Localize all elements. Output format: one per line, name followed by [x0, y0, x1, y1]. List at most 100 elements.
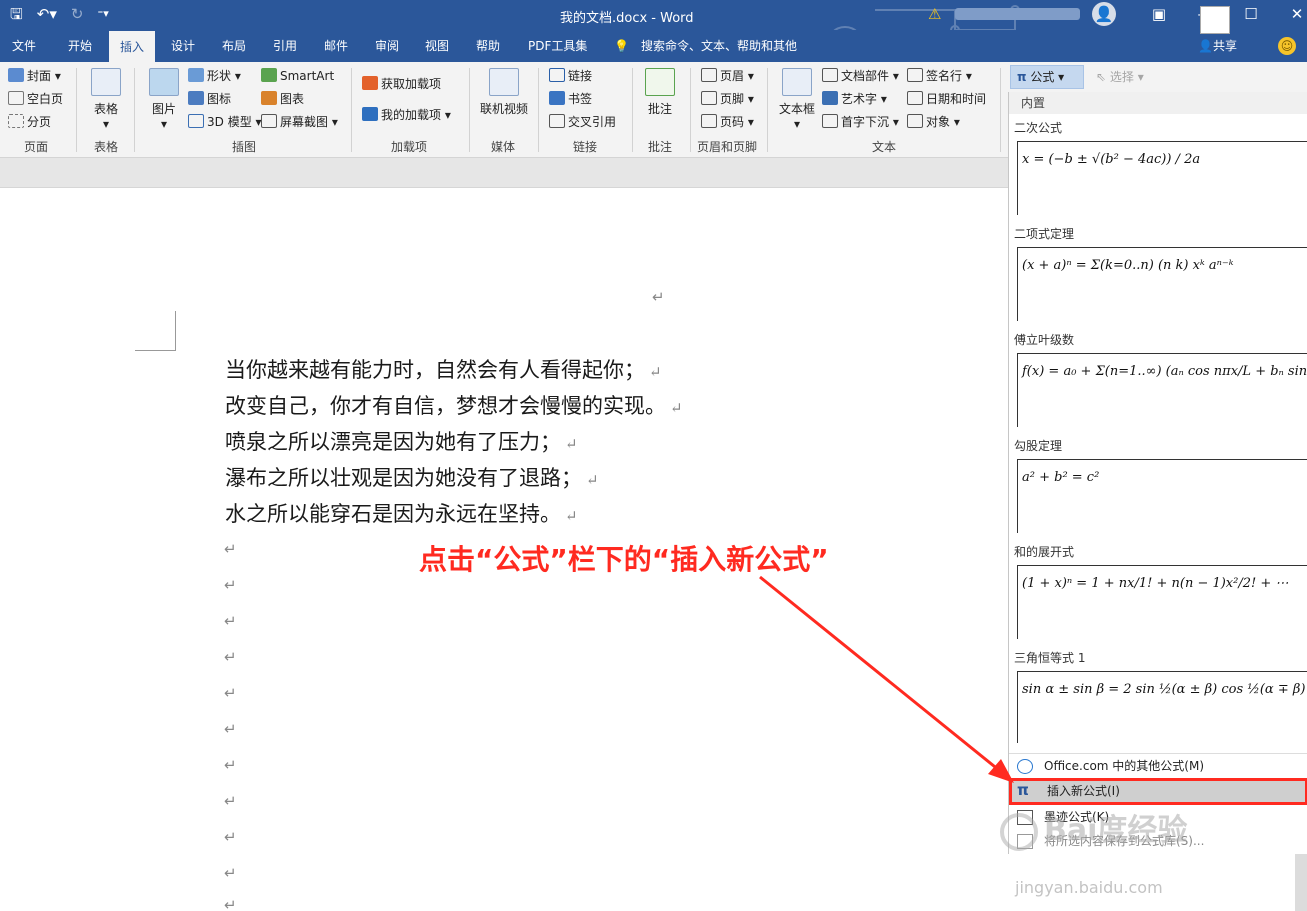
paragraph[interactable]: 喷泉之所以漂亮是因为她有了压力； ↵ [225, 429, 578, 457]
tell-me-search[interactable]: 搜索命令、文本、帮助和其他 [641, 30, 797, 62]
tab-review[interactable]: 审阅 [375, 30, 399, 62]
divider [538, 68, 539, 152]
page-number-icon [701, 114, 717, 128]
textbox-button[interactable]: 文本框 ▾ [775, 68, 819, 131]
tab-home[interactable]: 开始 [68, 30, 92, 62]
more-equations-office-item[interactable]: Office.com 中的其他公式(M) [1009, 753, 1307, 778]
divider [469, 68, 470, 152]
group-header-footer: 页眉和页脚 [697, 140, 758, 154]
group-addins: 加载项 [391, 140, 428, 154]
equation-item-fourier[interactable]: f(x) = a₀ + Σ(n=1..∞) (aₙ cos nπx/L + bₙ… [1017, 353, 1307, 427]
group-tables: 表格 [94, 140, 119, 154]
page-break-button[interactable]: 分页 [8, 114, 51, 130]
paragraph[interactable]: 水之所以能穿石是因为永远在坚持。 ↵ [225, 501, 578, 529]
equation-item-trig-identity[interactable]: sin α ± sin β = 2 sin ½(α ± β) cos ½(α ∓… [1017, 671, 1307, 743]
signature-line-button[interactable]: 签名行 ▾ [907, 68, 972, 84]
footer-icon [701, 91, 717, 105]
window-title: 我的文档.docx - Word [560, 11, 694, 26]
divider [76, 68, 77, 152]
group-comments: 批注 [648, 140, 673, 154]
page-break-icon [8, 114, 24, 128]
document-icon[interactable] [1200, 6, 1230, 34]
maximize-icon[interactable]: ☐ [1228, 3, 1274, 27]
empty-paragraph-mark: ↵ [224, 612, 237, 630]
vertical-scrollbar[interactable] [1295, 854, 1307, 911]
undo-icon[interactable]: ↶▾ [37, 5, 57, 23]
drop-cap-icon [822, 114, 838, 128]
quick-parts-button[interactable]: 文档部件 ▾ [822, 68, 899, 84]
equation-button[interactable]: π 公式 ▾ [1010, 65, 1084, 89]
tab-design[interactable]: 设计 [171, 30, 195, 62]
equation-label: 傅立叶级数 [1014, 333, 1075, 347]
comment-button[interactable]: 批注 [640, 68, 680, 117]
paragraph[interactable]: 改变自己，你才有自信，梦想才会慢慢的实现。 ↵ [225, 393, 683, 421]
date-time-button[interactable]: 日期和时间 [907, 91, 986, 107]
tab-file[interactable]: 文件 [12, 30, 36, 62]
tab-layout[interactable]: 布局 [222, 30, 246, 62]
paragraph[interactable]: 当你越来越有能力时，自然会有人看得起你； ↵ [225, 357, 662, 385]
3d-model-icon [188, 114, 204, 128]
pictures-button[interactable]: 图片 ▾ [146, 68, 182, 131]
icons-button[interactable]: 图标 [188, 91, 231, 107]
redo-icon[interactable]: ↻ [71, 5, 84, 23]
header-icon [701, 68, 717, 82]
select-button[interactable]: ⇖ 选择 ▾ [1096, 68, 1144, 85]
cross-reference-button[interactable]: 交叉引用 [549, 114, 616, 130]
equation-item-quadratic[interactable]: x = (−b ± √(b² − 4ac)) / 2a [1017, 141, 1307, 215]
textbox-icon [782, 68, 812, 96]
insert-new-equation-item[interactable]: π 插入新公式(I) [1009, 778, 1307, 805]
wordart-button[interactable]: 艺术字 ▾ [822, 91, 887, 107]
screenshot-button[interactable]: 屏幕截图 ▾ [261, 114, 338, 130]
tab-mailings[interactable]: 邮件 [324, 30, 348, 62]
shapes-button[interactable]: 形状 ▾ [188, 68, 241, 84]
equation-label: 勾股定理 [1014, 439, 1063, 453]
user-avatar-icon[interactable]: 👤 [1092, 2, 1116, 26]
bookmark-button[interactable]: 书签 [549, 91, 592, 107]
page-number-button[interactable]: 页码 ▾ [701, 114, 754, 130]
object-button[interactable]: 对象 ▾ [907, 114, 960, 130]
smartart-button[interactable]: SmartArt [261, 68, 334, 84]
table-button[interactable]: 表格 ▾ [88, 68, 124, 131]
chart-button[interactable]: 图表 [261, 91, 304, 107]
tab-pdf-tools[interactable]: PDF工具集 [528, 30, 587, 62]
chart-icon [261, 91, 277, 105]
signature-icon [907, 68, 923, 82]
tab-help[interactable]: 帮助 [476, 30, 500, 62]
link-button[interactable]: 链接 [549, 68, 592, 84]
save-icon[interactable]: 🖫 [10, 5, 23, 23]
equation-item-binomial[interactable]: (x + a)ⁿ = Σ(k=0..n) (n k) xᵏ aⁿ⁻ᵏ [1017, 247, 1307, 321]
header-button[interactable]: 页眉 ▾ [701, 68, 754, 84]
ruler-band [0, 158, 1008, 188]
my-addins-button[interactable]: 我的加载项 ▾ [362, 107, 451, 123]
online-video-button[interactable]: 联机视频 [477, 68, 531, 117]
divider [690, 68, 691, 152]
close-icon[interactable]: ✕ [1274, 3, 1307, 27]
tab-view[interactable]: 视图 [425, 30, 449, 62]
footer-button[interactable]: 页脚 ▾ [701, 91, 754, 107]
divider [632, 68, 633, 152]
paragraph[interactable]: 瀑布之所以壮观是因为她没有了退路； ↵ [225, 465, 599, 493]
cover-page-icon [8, 68, 24, 82]
equation-item-sum-expansion[interactable]: (1 + x)ⁿ = 1 + nx/1! + n(n − 1)x²/2! + ⋯ [1017, 565, 1307, 639]
blank-page-button[interactable]: 空白页 [8, 91, 63, 107]
empty-paragraph-mark: ↵ [224, 896, 237, 911]
warning-icon[interactable]: ⚠ [928, 5, 946, 23]
share-button[interactable]: 👤共享 [1198, 30, 1237, 62]
equation-item-pythagorean[interactable]: a² + b² = c² [1017, 459, 1307, 533]
quick-access-toolbar: 🖫 ↶▾ ↻ ⁼▾ [10, 5, 109, 23]
drop-cap-button[interactable]: 首字下沉 ▾ [822, 114, 899, 130]
icons-icon [188, 91, 204, 105]
ribbon-display-icon[interactable]: ▣ [1136, 3, 1182, 27]
3d-models-button[interactable]: 3D 模型 ▾ [188, 114, 262, 130]
title-bar: 🖫 ↶▾ ↻ ⁼▾ 我的文档.docx - Word ⚠ 👤 ▣ — ☐ ✕ [0, 0, 1307, 62]
cover-page-button[interactable]: 封面 ▾ [8, 68, 61, 84]
baidu-paw-icon [1000, 812, 1038, 851]
object-icon [907, 114, 923, 128]
feedback-smile-icon[interactable]: ☺ [1278, 37, 1296, 55]
group-text: 文本 [872, 140, 897, 154]
tab-references[interactable]: 引用 [273, 30, 297, 62]
customize-qat-icon[interactable]: ⁼▾ [97, 5, 108, 23]
divider [134, 68, 135, 152]
get-addins-button[interactable]: 获取加载项 [362, 76, 441, 92]
tab-insert[interactable]: 插入 [109, 30, 156, 62]
